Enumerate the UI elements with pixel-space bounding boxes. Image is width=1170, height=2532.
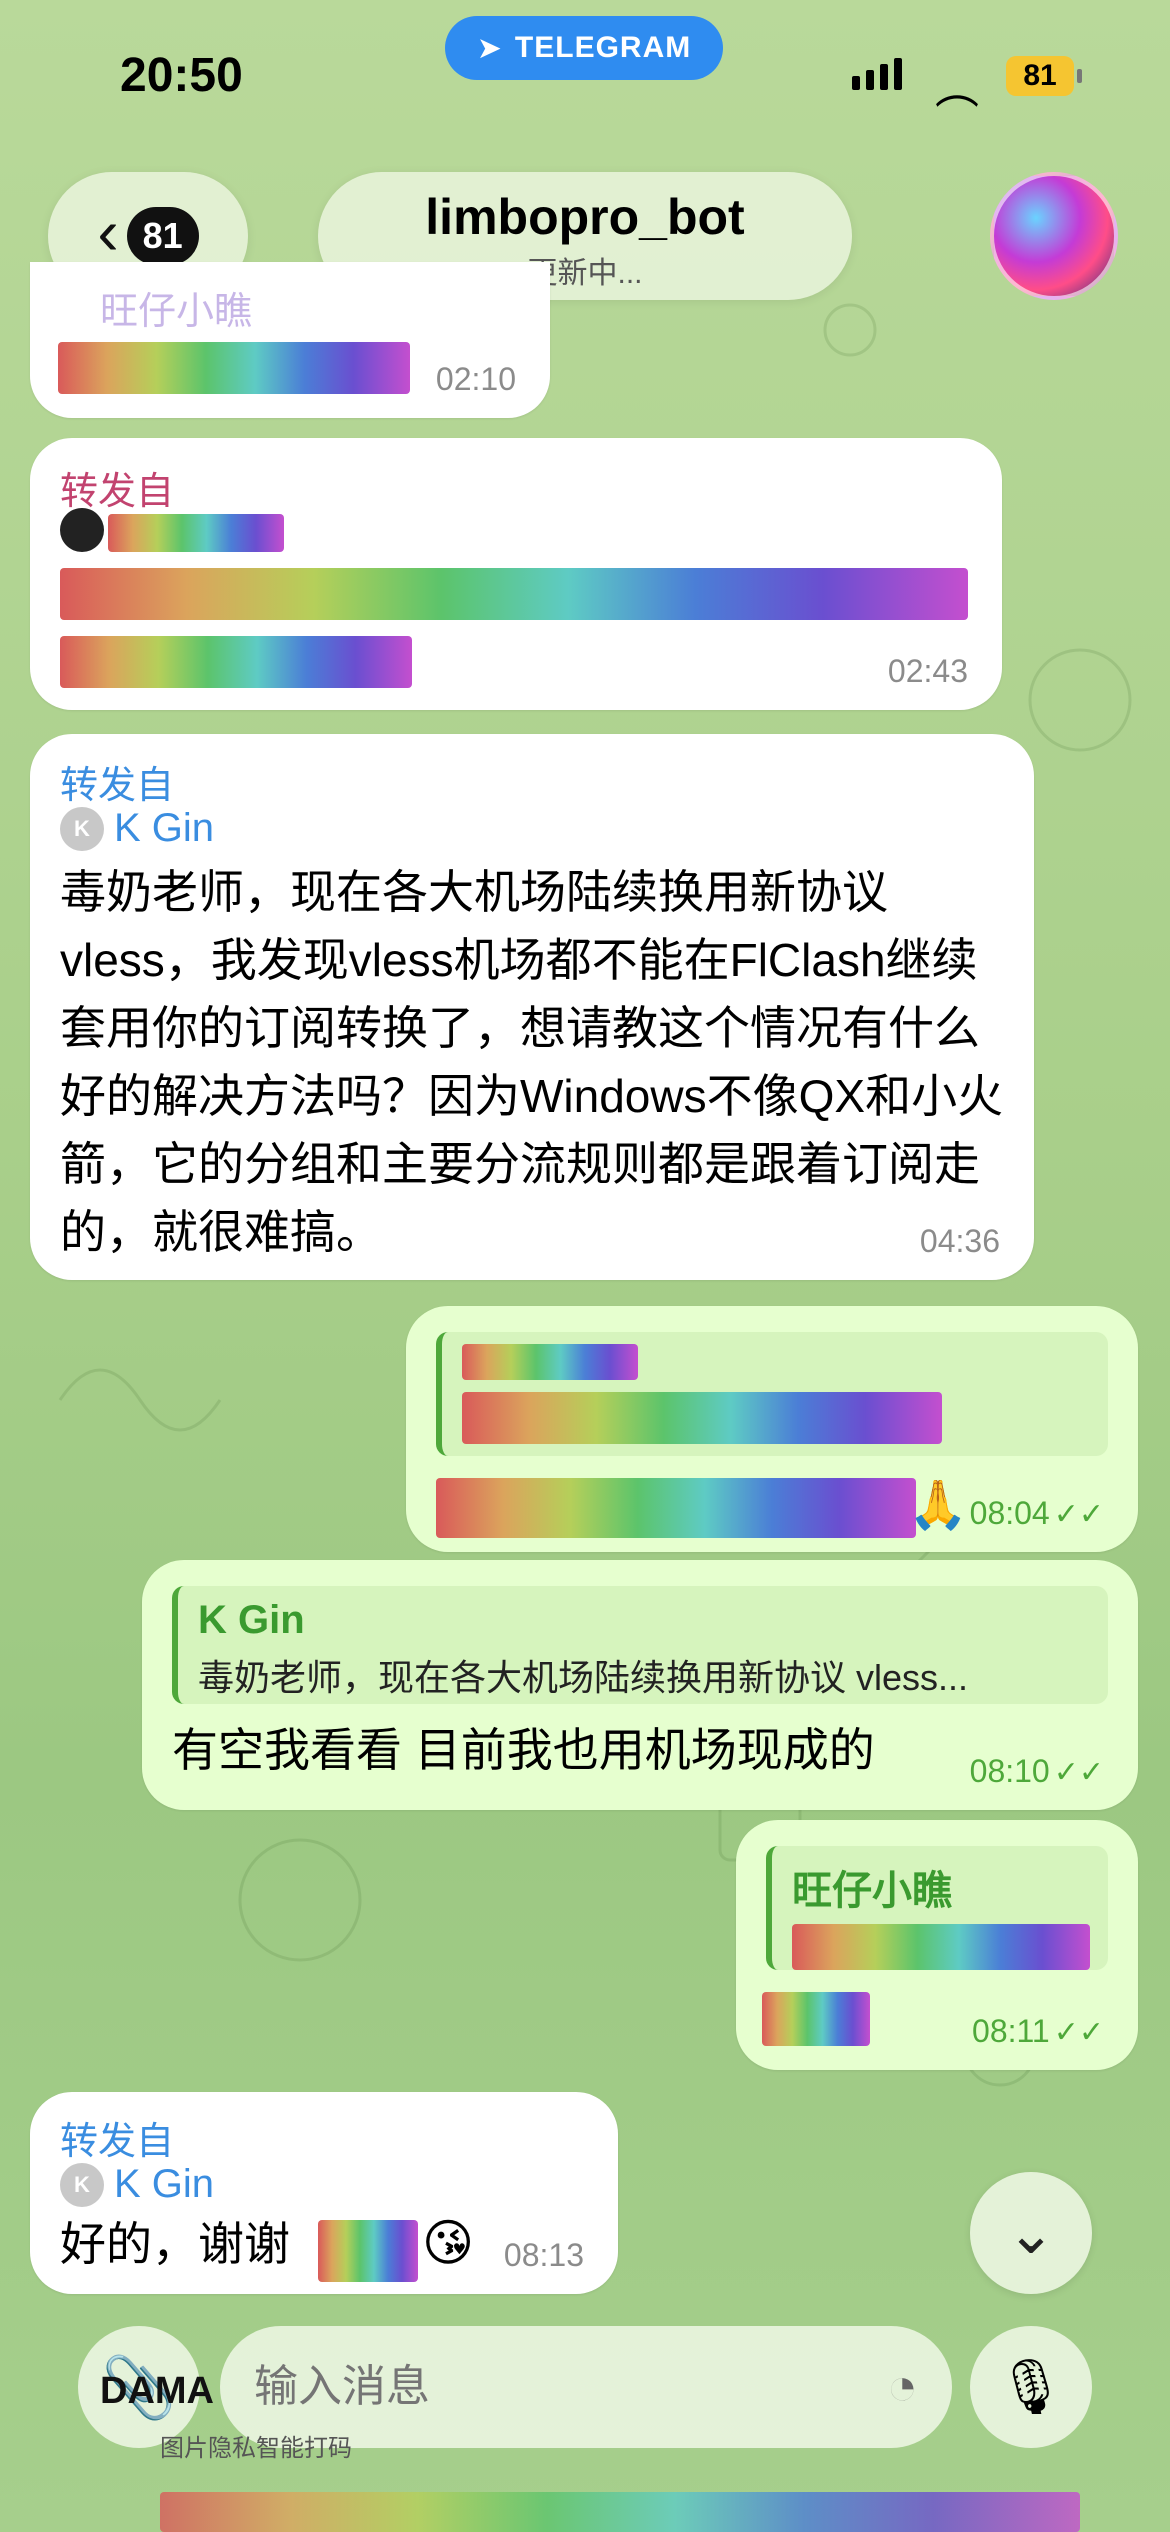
status-time: 20:50: [120, 49, 243, 102]
message-time: 02:43: [887, 653, 968, 689]
forwarded-label: 转发自: [60, 765, 175, 807]
forward-avatar: [60, 508, 104, 552]
return-to-telegram-pill[interactable]: ➤ TELEGRAM: [445, 16, 723, 80]
redacted-content: [318, 2220, 418, 2282]
kiss-emoji: 😘: [422, 2215, 475, 2271]
message-time-text: 08:04: [969, 1495, 1050, 1531]
wifi-icon: ︵: [935, 64, 979, 113]
forwarded-from[interactable]: K K Gin: [60, 2162, 214, 2207]
unread-count-badge: 81: [126, 207, 199, 265]
forwarded-from-name: K Gin: [114, 806, 215, 850]
pray-emoji: 🙏: [908, 1479, 968, 1532]
reply-quote[interactable]: [436, 1332, 1108, 1456]
telegram-plane-icon: ➤: [476, 31, 503, 65]
redacted-content: [762, 1992, 870, 2046]
message-text: 好的，谢谢: [60, 2218, 290, 2270]
message-bubble-incoming[interactable]: 转发自 K K Gin 毒奶老师，现在各大机场陆续换用新协议vless，我发现v…: [30, 734, 1034, 1280]
chat-title: limbopro_bot: [425, 189, 745, 245]
telegram-label: TELEGRAM: [514, 31, 692, 64]
redacted-quote-name: [462, 1344, 638, 1380]
reply-quote[interactable]: 旺仔小瞧: [766, 1846, 1108, 1970]
read-checkmarks-icon: ✓✓: [1053, 1756, 1104, 1789]
forwarded-from[interactable]: K K Gin: [60, 806, 214, 851]
redacted-background: [160, 2492, 1080, 2532]
redacted-content: [60, 568, 968, 620]
sticker-icon[interactable]: ◔: [887, 2357, 918, 2417]
redacted-content: [60, 636, 412, 688]
forwarded-label: 转发自: [60, 2121, 175, 2163]
battery-level: 81: [1023, 59, 1057, 92]
quote-text: 毒奶老师，现在各大机场陆续换用新协议 vless...: [198, 1657, 969, 1698]
reply-quote[interactable]: K Gin 毒奶老师，现在各大机场陆续换用新协议 vless...: [172, 1586, 1108, 1704]
read-checkmarks-icon: ✓✓: [1053, 1498, 1104, 1531]
message-time: 04:36: [919, 1223, 1000, 1259]
quote-sender: 旺仔小瞧: [792, 1869, 952, 1913]
message-text: 毒奶老师，现在各大机场陆续换用新协议vless，我发现vless机场都不能在Fl…: [60, 866, 1004, 1258]
message-bubble-incoming[interactable]: 旺仔小瞧 02:10: [30, 262, 550, 418]
watermark-logo: DAMA: [100, 2370, 214, 2412]
message-time: 08:13: [503, 2237, 584, 2273]
scroll-to-bottom-button[interactable]: ⌄: [970, 2172, 1092, 2294]
message-input[interactable]: [254, 2362, 887, 2412]
message-bubble-incoming[interactable]: 转发自 K K Gin 好的，谢谢 😘 08:13: [30, 2092, 618, 2294]
message-bubble-outgoing[interactable]: K Gin 毒奶老师，现在各大机场陆续换用新协议 vless... 有空我看看 …: [142, 1560, 1138, 1810]
chevron-down-icon: ⌄: [1006, 2201, 1056, 2266]
redacted-quote-text: [462, 1392, 942, 1444]
microphone-icon: 🎙: [996, 2356, 1066, 2417]
read-checkmarks-icon: ✓✓: [1053, 2016, 1104, 2049]
message-bubble-outgoing[interactable]: 🙏 08:04 ✓✓: [406, 1306, 1138, 1552]
watermark-caption: 图片隐私智能打码: [160, 2435, 352, 2462]
redacted-content: [58, 342, 410, 394]
sender-initial-avatar: K: [60, 2162, 104, 2207]
message-bubble-incoming[interactable]: 转发自 02:43: [30, 438, 1002, 710]
sender-name: 旺仔小瞧: [100, 291, 253, 333]
battery-indicator: 81: [1006, 56, 1082, 96]
message-time: 02:10: [435, 361, 516, 397]
sender-initial-avatar: K: [60, 806, 104, 851]
quote-sender: K Gin: [198, 1598, 305, 1642]
chat-avatar[interactable]: [990, 172, 1118, 300]
cellular-signal-icon: [852, 58, 902, 90]
redacted-quote-text: [792, 1924, 1090, 1970]
voice-record-button[interactable]: 🎙: [970, 2326, 1092, 2448]
message-time: 08:10 ✓✓: [970, 1753, 1104, 1790]
redacted-content: [436, 1478, 916, 1538]
message-time-text: 08:11: [972, 2013, 1050, 2049]
message-bubble-outgoing[interactable]: 旺仔小瞧 08:11 ✓✓: [736, 1820, 1138, 2070]
redacted-sender: [108, 514, 284, 552]
forwarded-label: 转发自: [60, 471, 175, 513]
message-time: 08:04 ✓✓: [970, 1495, 1104, 1532]
chevron-left-icon: ‹: [97, 196, 119, 268]
forwarded-from-name: K Gin: [114, 2162, 215, 2206]
message-time-text: 08:10: [969, 1753, 1050, 1789]
message-time: 08:11 ✓✓: [972, 2013, 1104, 2050]
message-text: 有空我看看 目前我也用机场现成的: [172, 1724, 875, 1776]
